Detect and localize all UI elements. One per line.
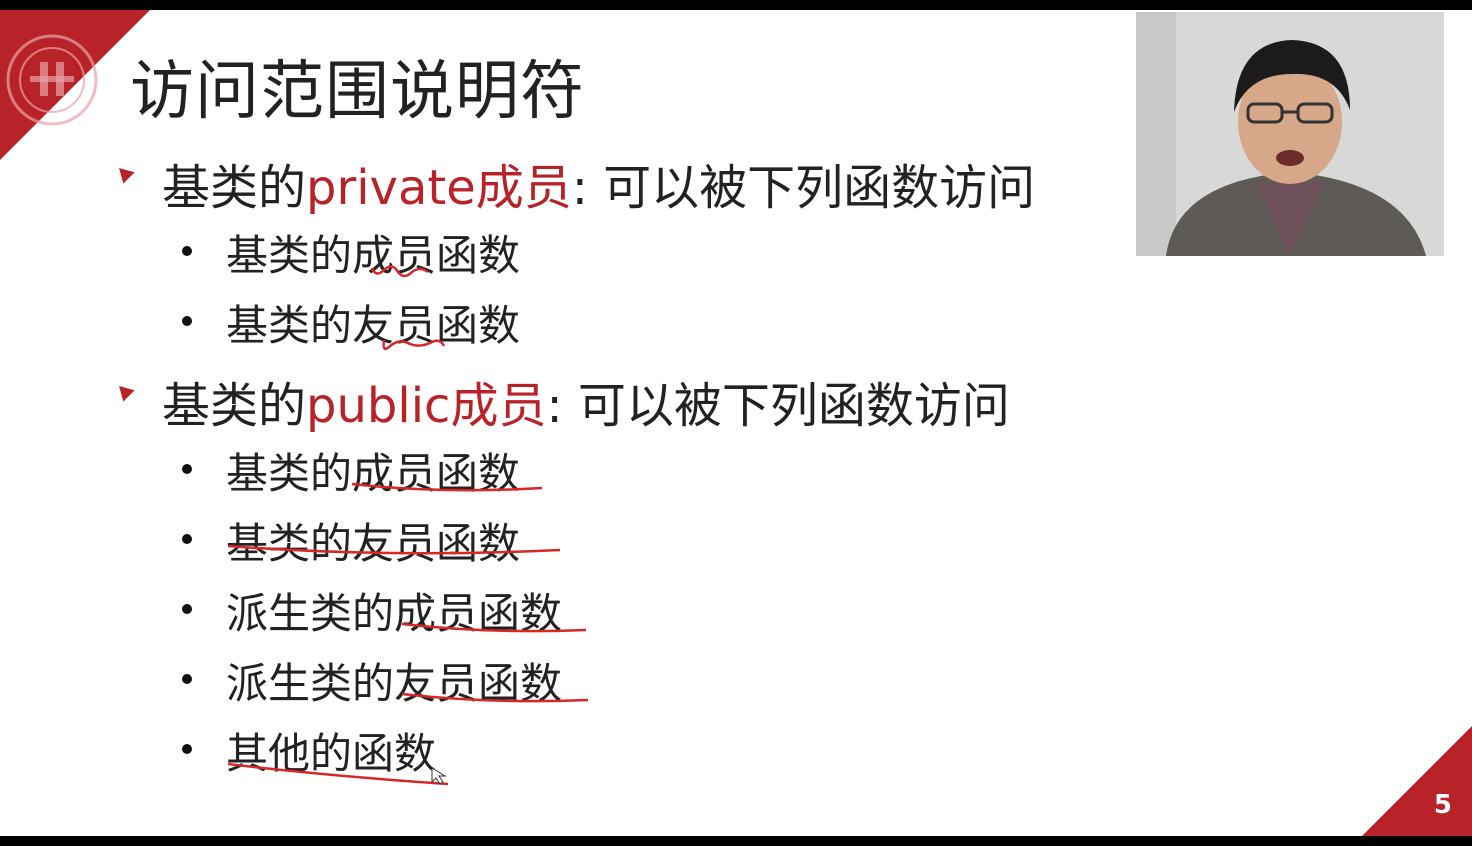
sub-bullet-text: 基类的友员函数 — [226, 301, 521, 350]
sub-bullet-text: 派生类的成员函数 — [226, 589, 563, 638]
bullet-prefix: 基类的 — [162, 378, 307, 434]
sub-bullet: 派生类的友员函数 — [182, 650, 563, 711]
slide: 访问范围说明符 基类的private成员: 可以被下列函数访问 基类的成员函数 … — [0, 10, 1472, 836]
sub-bullet: 基类的友员函数 — [182, 510, 521, 571]
dot-bullet-icon — [182, 246, 192, 256]
bullet-public-members: 基类的public成员: 可以被下列函数访问 — [113, 366, 1010, 436]
dot-bullet-icon — [182, 464, 192, 474]
dot-bullet-icon — [182, 744, 192, 754]
triangle-bullet-icon — [113, 380, 135, 402]
sub-bullet-text: 基类的成员函数 — [226, 449, 521, 498]
sub-bullet: 基类的成员函数 — [182, 222, 521, 283]
bullet-suffix: : 可以被下列函数访问 — [546, 378, 1010, 434]
sub-bullet: 基类的友员函数 — [182, 292, 521, 353]
sub-bullet: 派生类的成员函数 — [182, 580, 563, 641]
sub-bullet-text: 派生类的友员函数 — [226, 659, 563, 708]
bullet-private-members: 基类的private成员: 可以被下列函数访问 — [113, 148, 1036, 218]
sub-bullet-text: 基类的成员函数 — [226, 231, 521, 280]
bullet-highlight: private成员 — [306, 160, 572, 216]
dot-bullet-icon — [182, 316, 192, 326]
sub-bullet-text: 其他的函数 — [226, 729, 437, 778]
slide-title: 访问范围说明符 — [130, 55, 585, 129]
sub-bullet: 其他的函数 — [182, 720, 437, 781]
video-frame: 访问范围说明符 基类的private成员: 可以被下列函数访问 基类的成员函数 … — [0, 0, 1472, 846]
dot-bullet-icon — [182, 604, 192, 614]
sub-bullet: 基类的成员函数 — [182, 440, 521, 501]
presenter-webcam — [1136, 12, 1444, 256]
dot-bullet-icon — [182, 534, 192, 544]
bullet-highlight: public成员 — [306, 378, 547, 434]
presenter-image — [1136, 12, 1444, 256]
page-number: 5 — [1433, 790, 1452, 820]
sub-bullet-text: 基类的友员函数 — [226, 519, 521, 568]
dot-bullet-icon — [182, 674, 192, 684]
triangle-bullet-icon — [113, 162, 135, 184]
page-corner — [1362, 726, 1472, 836]
university-seal-icon — [0, 10, 150, 160]
bullet-suffix: : 可以被下列函数访问 — [571, 160, 1036, 216]
bullet-prefix: 基类的 — [162, 160, 307, 216]
